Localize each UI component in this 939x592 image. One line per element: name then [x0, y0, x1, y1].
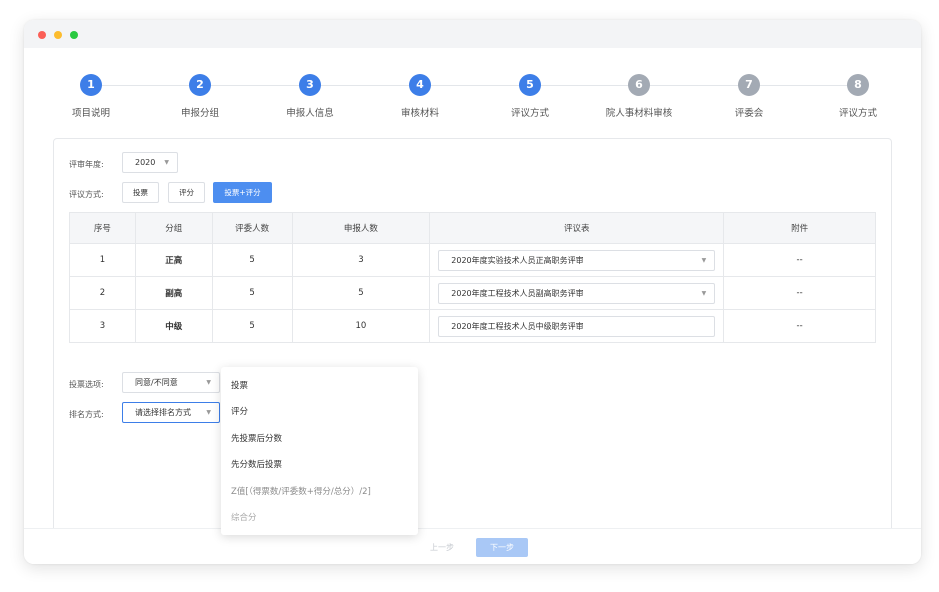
- review-form-select[interactable]: 2020年度实验技术人员正高职务评审 ▼: [438, 249, 716, 271]
- attachment-cell: --: [723, 243, 876, 277]
- table-row: 2 副高 5 5 2020年度工程技术人员副高职务评审 ▼ --: [69, 276, 876, 310]
- dropdown-option[interactable]: 评分: [221, 399, 418, 425]
- dropdown-option[interactable]: 先投票后分数: [221, 426, 418, 452]
- table-header-row: 序号 分组 评委人数 申报人数 评议表 附件: [69, 212, 876, 244]
- applicant-count-link[interactable]: 3: [291, 243, 431, 277]
- vote-option-value: 同意/不同意: [135, 378, 178, 387]
- review-form-value: 2020年度工程技术人员副高职务评审: [451, 288, 584, 298]
- step-number-badge: 5: [519, 74, 541, 96]
- method-vote-score-button[interactable]: 投票+评分: [213, 182, 272, 203]
- review-form-cell: 2020年度工程技术人员副高职务评审 ▼: [429, 276, 725, 310]
- prev-step-button[interactable]: 上一步: [416, 538, 468, 557]
- app-window: 1 项目说明 2 申报分组 3 申报人信息 4 审核材料 5 评议方式 6 院人事材料审核 7 评委会 8 评…: [24, 20, 921, 564]
- step-label: 评议方式: [510, 108, 549, 119]
- review-year-select[interactable]: 2020 ▼: [122, 152, 178, 173]
- chevron-down-icon: ▼: [206, 409, 211, 416]
- chevron-down-icon: ▼: [701, 256, 707, 264]
- applicant-count-link[interactable]: 10: [291, 309, 431, 343]
- group-name-cell: 副高: [134, 276, 213, 310]
- step-label: 审核材料: [400, 108, 439, 119]
- review-form-cell: 2020年度实验技术人员正高职务评审 ▼: [429, 243, 725, 277]
- step-number-badge: 4: [409, 74, 431, 96]
- review-method-label: 评议方式:: [69, 190, 104, 199]
- step-label: 项目说明: [71, 108, 110, 119]
- step-1[interactable]: 1 项目说明: [41, 74, 141, 119]
- vote-option-select[interactable]: 同意/不同意 ▼: [122, 372, 220, 393]
- step-number-badge: 1: [80, 74, 102, 96]
- chevron-down-icon: ▼: [701, 289, 707, 297]
- step-label: 申报分组: [180, 108, 219, 119]
- column-header: 附件: [723, 212, 876, 244]
- step-label: 评议方式: [838, 108, 877, 119]
- step-number-badge: 8: [847, 74, 869, 96]
- step-7[interactable]: 7 评委会: [699, 74, 799, 119]
- table-row: 1 正高 5 3 2020年度实验技术人员正高职务评审 ▼ --: [69, 243, 876, 277]
- main-panel: 评审年度: 2020 ▼ 评议方式: 投票 评分 投票+评分 序号 分组 评委人…: [53, 138, 892, 558]
- review-form-value: 2020年度实验技术人员正高职务评审: [451, 255, 584, 265]
- attachment-cell: --: [723, 276, 876, 310]
- review-form-select[interactable]: 2020年度工程技术人员中级职务评审: [438, 315, 716, 337]
- rank-method-select[interactable]: 请选择排名方式 ▼: [122, 402, 220, 423]
- step-4[interactable]: 4 审核材料: [370, 74, 470, 119]
- rank-method-dropdown: 投票 评分 先投票后分数 先分数后投票 Z值[（得票数/评委数+得分/总分）/2] 综合分: [221, 367, 418, 535]
- rank-method-label: 排名方式:: [69, 410, 104, 419]
- step-8[interactable]: 8 评议方式: [808, 74, 908, 119]
- step-label: 申报人信息: [286, 108, 334, 119]
- step-number-badge: 3: [299, 74, 321, 96]
- column-header: 申报人数: [291, 212, 431, 244]
- dropdown-option[interactable]: 先分数后投票: [221, 452, 418, 478]
- dropdown-option[interactable]: 综合分: [221, 505, 418, 531]
- review-form-value: 2020年度工程技术人员中级职务评审: [451, 321, 584, 331]
- dropdown-option[interactable]: Z值[（得票数/评委数+得分/总分）/2]: [221, 479, 418, 505]
- step-number-badge: 6: [628, 74, 650, 96]
- review-year-label: 评审年度:: [69, 160, 104, 169]
- method-vote-button[interactable]: 投票: [122, 182, 159, 203]
- vote-option-label: 投票选项:: [69, 380, 104, 389]
- judge-count-cell: 5: [211, 243, 293, 277]
- rank-method-placeholder: 请选择排名方式: [135, 408, 191, 417]
- step-label: 评委会: [734, 108, 764, 119]
- chevron-down-icon: ▼: [206, 379, 211, 386]
- row-index-cell: 3: [69, 309, 136, 343]
- row-index-cell: 1: [69, 243, 136, 277]
- group-name-cell: 正高: [134, 243, 213, 277]
- judge-count-cell: 5: [211, 276, 293, 310]
- step-6[interactable]: 6 院人事材料审核: [589, 74, 689, 119]
- step-progress-bar: 1 项目说明 2 申报分组 3 申报人信息 4 审核材料 5 评议方式 6 院人事材料审核 7 评委会 8 评…: [24, 20, 921, 130]
- group-name-cell: 中级: [134, 309, 213, 343]
- step-number-badge: 2: [189, 74, 211, 96]
- step-number-badge: 7: [738, 74, 760, 96]
- step-3[interactable]: 3 申报人信息: [260, 74, 360, 119]
- table-row: 3 中级 5 10 2020年度工程技术人员中级职务评审 --: [69, 309, 876, 343]
- method-score-button[interactable]: 评分: [168, 182, 205, 203]
- review-year-value: 2020: [135, 158, 156, 167]
- column-header: 评议表: [429, 212, 725, 244]
- next-step-button[interactable]: 下一步: [476, 538, 528, 557]
- dropdown-option[interactable]: 投票: [221, 373, 418, 399]
- step-2[interactable]: 2 申报分组: [150, 74, 250, 119]
- footer-bar: 上一步 下一步: [24, 528, 921, 564]
- column-header: 序号: [69, 212, 136, 244]
- review-form-cell: 2020年度工程技术人员中级职务评审: [429, 309, 725, 343]
- applicant-count-link[interactable]: 5: [291, 276, 431, 310]
- review-form-select[interactable]: 2020年度工程技术人员副高职务评审 ▼: [438, 282, 716, 304]
- row-index-cell: 2: [69, 276, 136, 310]
- attachment-cell: --: [723, 309, 876, 343]
- step-label: 院人事材料审核: [605, 108, 673, 119]
- judge-count-cell: 5: [211, 309, 293, 343]
- chevron-down-icon: ▼: [164, 159, 169, 166]
- column-header: 评委人数: [211, 212, 293, 244]
- group-table: 序号 分组 评委人数 申报人数 评议表 附件 1 正高 5 3 2020年度实验技术人员…: [69, 212, 876, 343]
- column-header: 分组: [134, 212, 213, 244]
- step-5[interactable]: 5 评议方式: [480, 74, 580, 119]
